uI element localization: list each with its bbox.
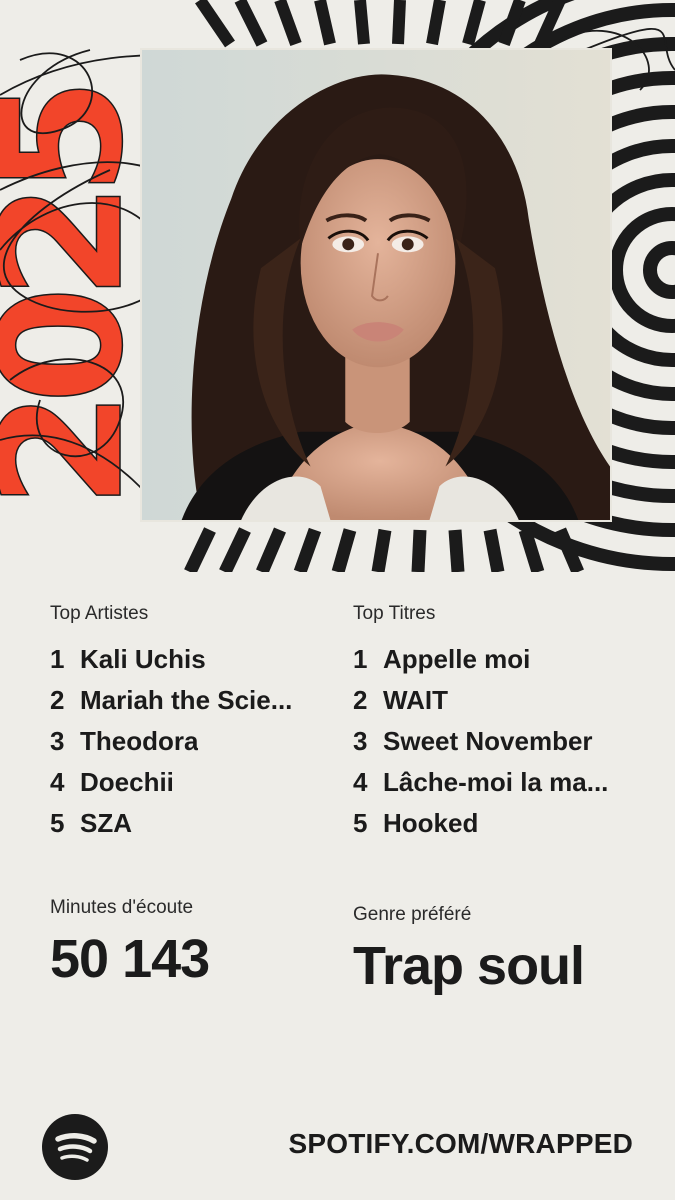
- track-name: Appelle moi: [383, 644, 531, 674]
- list-item: 3 Theodora: [50, 721, 320, 762]
- rank-number: 3: [353, 726, 368, 756]
- hero-graphic: 2025: [0, 0, 675, 572]
- minutes-value: 50 143: [50, 929, 210, 989]
- rank-number: 3: [50, 726, 65, 756]
- list-item: 3 Sweet November: [353, 721, 638, 762]
- rank-number: 1: [353, 644, 368, 674]
- top-tracks-section: Top Titres 1 Appelle moi 2 WAIT 3 Sweet Nov…: [353, 603, 638, 844]
- track-name: Sweet November: [383, 726, 593, 756]
- track-name: Hooked: [383, 808, 479, 838]
- top-tracks-label: Top Titres: [353, 603, 436, 624]
- list-item: 5 Hooked: [353, 803, 638, 844]
- artist-name: Theodora: [80, 726, 199, 756]
- rank-number: 4: [50, 767, 65, 797]
- track-name: Lâche-moi la ma...: [383, 767, 609, 797]
- list-item: 1 Kali Uchis: [50, 639, 320, 680]
- top-tracks-list: 1 Appelle moi 2 WAIT 3 Sweet November 4 Lâch…: [353, 639, 638, 844]
- list-item: 5 SZA: [50, 803, 320, 844]
- artist-photo: [140, 48, 612, 522]
- artist-name: Kali Uchis: [80, 644, 206, 674]
- track-name: WAIT: [383, 685, 448, 715]
- genre-section: Genre préféré Trap soul: [353, 904, 653, 996]
- rank-number: 2: [353, 685, 368, 715]
- minutes-section: Minutes d'écoute 50 143: [50, 897, 330, 989]
- rank-number: 5: [50, 808, 65, 838]
- portrait-image: [142, 50, 610, 520]
- artist-name: Mariah the Scie...: [80, 685, 293, 715]
- minutes-label: Minutes d'écoute: [50, 897, 194, 918]
- genre-label: Genre préféré: [353, 904, 472, 925]
- rank-number: 2: [50, 685, 65, 715]
- spotify-icon[interactable]: [42, 1114, 108, 1180]
- genre-value: Trap soul: [353, 936, 585, 996]
- rank-number: 4: [353, 767, 368, 797]
- top-artists-list: 1 Kali Uchis 2 Mariah the Scie... 3 Theodor…: [50, 639, 320, 844]
- list-item: 4 Lâche-moi la ma...: [353, 762, 638, 803]
- wrapped-link[interactable]: SPOTIFY.COM/WRAPPED: [289, 1128, 634, 1160]
- list-item: 2 WAIT: [353, 680, 638, 721]
- list-item: 4 Doechii: [50, 762, 320, 803]
- top-artists-label: Top Artistes: [50, 603, 149, 624]
- artist-name: SZA: [80, 808, 132, 838]
- rank-number: 5: [353, 808, 368, 838]
- top-artists-section: Top Artistes 1 Kali Uchis 2 Mariah the Sci…: [50, 603, 320, 844]
- list-item: 1 Appelle moi: [353, 639, 638, 680]
- artist-name: Doechii: [80, 767, 174, 797]
- wrapped-card: 2025 Top Artistes 1 Kali Uchis 2 Mariah …: [0, 0, 675, 1200]
- rank-number: 1: [50, 644, 65, 674]
- list-item: 2 Mariah the Scie...: [50, 680, 320, 721]
